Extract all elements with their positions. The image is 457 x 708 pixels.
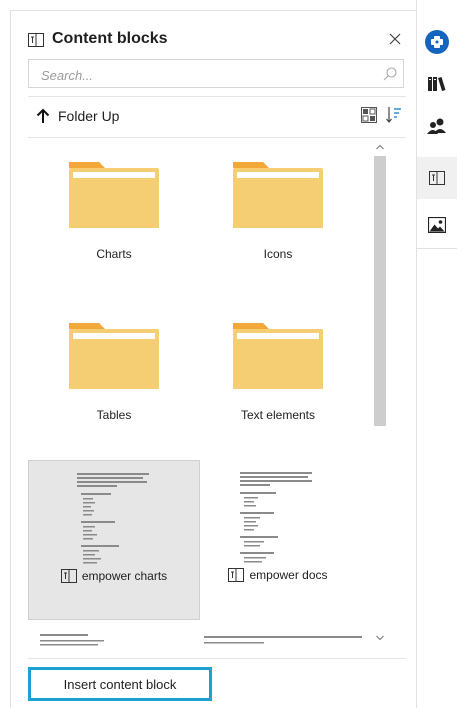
library-icon (428, 77, 446, 91)
panel-title: Content blocks (52, 30, 168, 47)
toolbar-divider (417, 248, 457, 249)
folder-label: Tables (96, 408, 132, 422)
toolbar-people-button[interactable] (417, 105, 457, 147)
content-block-icon (28, 33, 44, 47)
content-block-label: empower docs (249, 568, 328, 582)
content-blocks-app: Content blocks Folder Up (0, 0, 457, 708)
folder-tile-icons[interactable]: Icons (192, 160, 364, 261)
folder-label: Icons (263, 247, 293, 261)
people-icon (427, 118, 446, 134)
content-blocks-icon (429, 171, 445, 185)
folder-up-button[interactable]: Folder Up (36, 106, 119, 126)
toolbar-library-button[interactable] (417, 63, 457, 105)
document-thumbnail (240, 472, 312, 563)
search-input[interactable] (39, 65, 363, 85)
folder-tile-tables[interactable]: Tables (28, 321, 200, 422)
partial-thumbnail-row (40, 634, 362, 646)
arrow-up-icon (36, 108, 50, 123)
content-block-icon (228, 568, 245, 582)
scrollbar-thumb[interactable] (374, 156, 386, 426)
divider (28, 658, 406, 659)
search-icon[interactable] (382, 66, 398, 82)
content-block-empower-docs[interactable]: empower docs (192, 460, 364, 620)
folder-label: Charts (96, 247, 132, 261)
folder-icon (233, 162, 323, 228)
folder-tile-text-elements[interactable]: Text elements (192, 321, 364, 422)
document-thumbnail (77, 473, 149, 564)
picture-icon (428, 217, 446, 233)
content-block-caption: empower docs (192, 568, 364, 582)
folder-icon (69, 323, 159, 389)
content-block-icon (60, 569, 77, 583)
scroll-up-icon[interactable] (374, 141, 386, 153)
divider (28, 96, 406, 97)
folder-label: Text elements (240, 408, 316, 422)
content-block-caption: empower charts (29, 569, 199, 583)
toolbar-picture-button[interactable] (417, 204, 457, 246)
folder-up-label: Folder Up (58, 108, 120, 124)
insert-content-block-button[interactable]: Insert content block (28, 667, 212, 701)
folder-icon (233, 323, 323, 389)
content-block-empower-charts[interactable]: empower charts (28, 460, 200, 620)
add-circle-icon (425, 30, 449, 54)
toolbar-content-blocks-button[interactable] (417, 157, 457, 199)
close-icon[interactable] (384, 28, 406, 50)
folder-tile-charts[interactable]: Charts (28, 160, 200, 261)
sort-icon[interactable] (386, 106, 402, 124)
search-box (28, 59, 404, 88)
toolbar-add-button[interactable] (417, 21, 457, 63)
thumbnail-view-icon[interactable] (361, 107, 377, 123)
scroll-down-icon[interactable] (374, 632, 386, 644)
folder-icon (69, 162, 159, 228)
content-grid: Charts Icons Tables Text elements empowe… (28, 138, 364, 654)
content-block-label: empower charts (81, 569, 168, 583)
